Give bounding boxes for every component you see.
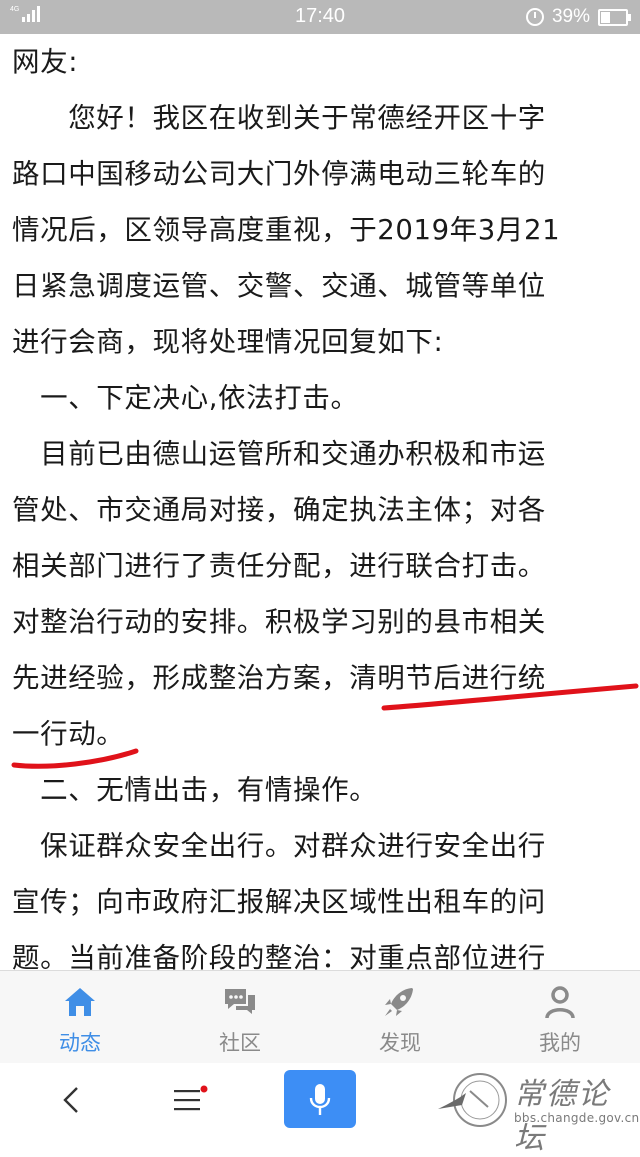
article-line: 保证群众安全出行。对群众进行安全出行 xyxy=(12,830,546,862)
tab-label: 社区 xyxy=(219,1031,261,1055)
tab-faxian[interactable]: 发现 xyxy=(320,971,480,1064)
article-line: 情况后，区领导高度重视，于2019年3月21 xyxy=(12,214,561,246)
section-heading: 一、下定决心,依法打击。 xyxy=(12,382,359,414)
chevron-left-icon[interactable] xyxy=(57,1085,87,1115)
tab-label: 我的 xyxy=(539,1031,581,1055)
watermark-url: bbs.changde.gov.cn xyxy=(514,1111,640,1125)
battery-icon xyxy=(598,8,631,26)
article-line: 路口中国移动公司大门外停满电动三轮车的 xyxy=(12,158,546,190)
chat-bubbles-icon xyxy=(225,989,255,1014)
battery-percent: 39% xyxy=(551,6,590,27)
microphone-icon xyxy=(309,1084,331,1115)
menu-icon[interactable] xyxy=(172,1085,208,1115)
article-line: 网友: xyxy=(12,46,79,78)
article-line: 宣传；向市政府汇报解决区域性出租车的问 xyxy=(12,886,546,918)
alarm-icon xyxy=(525,8,544,26)
article-line: 您好！我区在收到关于常德经开区十字 xyxy=(12,102,546,134)
voice-input-button[interactable] xyxy=(284,1070,356,1128)
status-bar: 4G 17:40 39% xyxy=(0,0,640,34)
forum-logo-icon xyxy=(438,1073,507,1127)
article-line: 进行会商，现将处理情况回复如下: xyxy=(12,326,444,358)
red-underline-mark xyxy=(11,748,139,769)
red-underline-mark xyxy=(381,683,639,711)
forum-watermark: 常德论坛 bbs.changde.gov.cn xyxy=(430,1063,640,1156)
bottom-tab-bar: 动态 社区 发现 我的 xyxy=(0,970,640,1064)
article-line: 日紧急调度运管、交警、交通、城管等单位 xyxy=(12,270,546,302)
status-right: 39% xyxy=(525,6,631,28)
tab-label: 发现 xyxy=(379,1031,421,1055)
rocket-icon xyxy=(385,988,413,1016)
article-line: 相关部门进行了责任分配，进行联合打击。 xyxy=(12,550,546,582)
home-icon xyxy=(65,988,95,1016)
article-line: 题。当前准备阶段的整治：对重点部位进行 xyxy=(12,942,546,970)
article-body: 网友: 您好！我区在收到关于常德经开区十字 路口中国移动公司大门外停满电动三轮车… xyxy=(12,34,628,970)
tab-label: 动态 xyxy=(59,1031,101,1055)
tab-shequ[interactable]: 社区 xyxy=(160,971,320,1064)
tab-dongtai[interactable]: 动态 xyxy=(0,971,160,1064)
article-line: 目前已由德山运管所和交通办积极和市运 xyxy=(12,438,546,470)
user-icon xyxy=(545,986,575,1019)
battery-fill xyxy=(601,11,610,23)
article-line: 管处、市交通局对接，确定执法主体；对各 xyxy=(12,494,546,526)
tab-wode[interactable]: 我的 xyxy=(480,971,640,1064)
article-line: 对整治行动的安排。积极学习别的县市相关 xyxy=(12,606,546,638)
